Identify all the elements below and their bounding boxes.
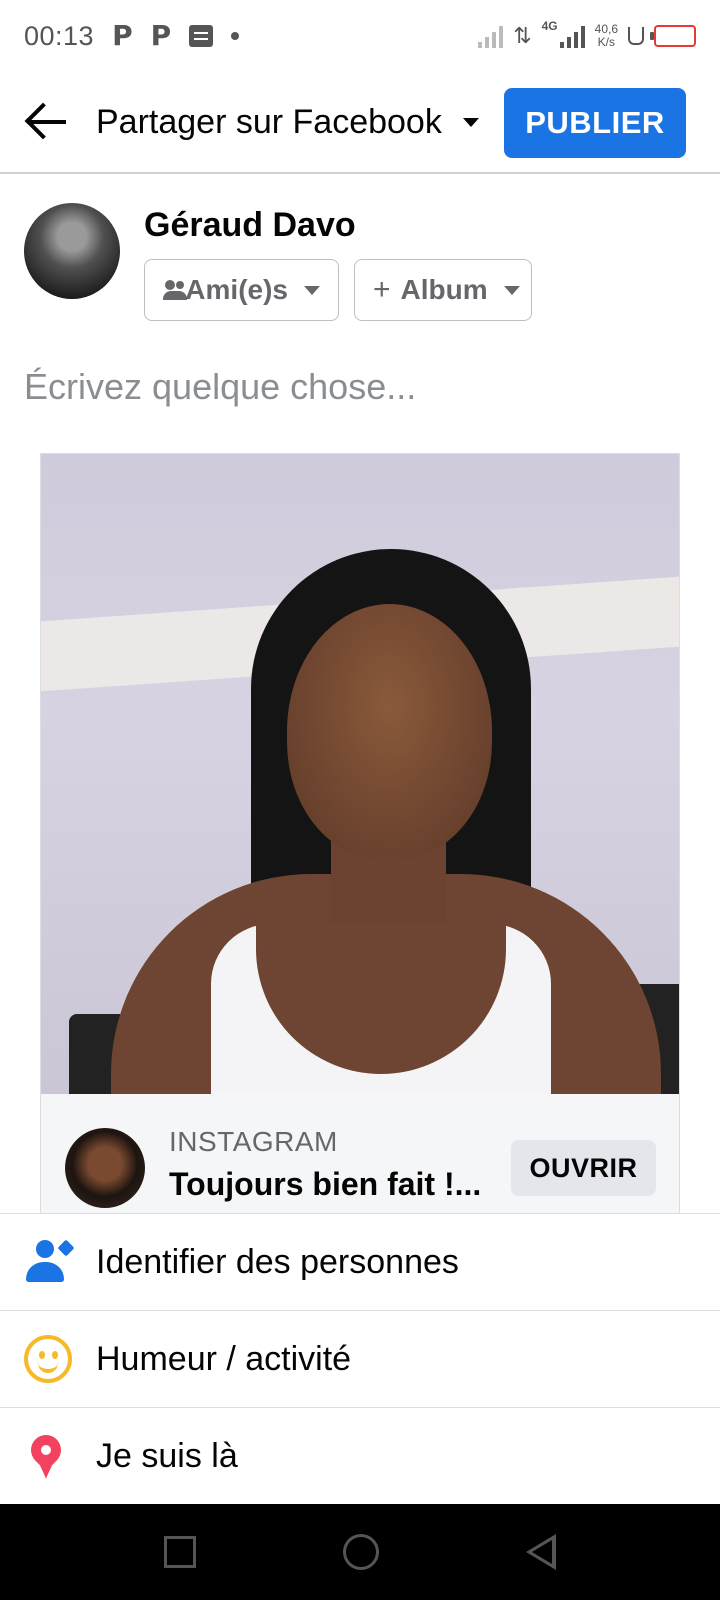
album-label: Album	[400, 274, 488, 305]
source-avatar	[65, 1128, 145, 1208]
home-circle-icon[interactable]	[342, 1534, 379, 1570]
network-speed: 40,6 K/s	[595, 23, 618, 49]
smile-icon	[24, 1335, 72, 1383]
action-label: Je suis là	[96, 1437, 238, 1475]
message-notification-icon	[189, 25, 214, 47]
status-bar: 00:13 P P ⇅ 4G 40,6 K/s	[0, 0, 720, 72]
data-transfer-icon: ⇅	[513, 23, 532, 49]
post-text-input[interactable]: Écrivez quelque chose...	[24, 366, 416, 408]
publish-button[interactable]: PUBLIER	[504, 88, 686, 158]
action-tag-people[interactable]: Identifier des personnes	[0, 1214, 720, 1311]
recents-square-icon[interactable]	[163, 1536, 196, 1568]
post-options-list: Identifier des personnes Humeur / activi…	[0, 1213, 720, 1505]
author-avatar	[24, 203, 120, 299]
network-type: 4G	[541, 19, 558, 33]
system-icons: ⇅ 4G 40,6 K/s	[478, 19, 696, 49]
signal-icon	[478, 24, 504, 48]
chevron-down-icon	[503, 285, 520, 295]
battery-icon	[650, 25, 696, 47]
action-feeling-activity[interactable]: Humeur / activité	[0, 1311, 720, 1408]
back-triangle-icon[interactable]	[526, 1534, 557, 1570]
shared-post-footer: INSTAGRAM Toujours bien fait !... OUVRIR	[41, 1094, 679, 1213]
action-check-in[interactable]: Je suis là	[0, 1408, 720, 1505]
p-notification-icon: P	[150, 19, 172, 52]
album-selector[interactable]: + Album	[354, 259, 532, 321]
audience-label: Ami(e)s	[185, 274, 288, 305]
network-speed-unit: K/s	[597, 35, 615, 49]
audience-selector[interactable]: Ami(e)s	[144, 259, 339, 321]
open-button[interactable]: OUVRIR	[511, 1140, 656, 1196]
tag-people-icon	[24, 1238, 75, 1286]
friends-icon	[163, 280, 188, 300]
network-speed-value: 40,6	[594, 22, 618, 36]
source-label: INSTAGRAM	[169, 1126, 338, 1157]
system-nav-bar	[0, 1504, 720, 1600]
shared-post-image	[41, 454, 679, 1094]
shared-post-preview: INSTAGRAM Toujours bien fait !... OUVRIR	[40, 453, 680, 1213]
shared-post-title: Toujours bien fait !...	[169, 1166, 482, 1202]
action-label: Humeur / activité	[96, 1339, 352, 1378]
chevron-down-icon[interactable]	[463, 117, 479, 127]
author-name: Géraud Davo	[144, 206, 356, 244]
status-time: 00:13	[24, 20, 95, 51]
notification-icons: P P	[112, 19, 240, 52]
signal-icon	[559, 24, 585, 48]
chevron-down-icon	[304, 285, 320, 295]
share-destination-title[interactable]: Partager sur Facebook	[96, 103, 451, 142]
p-notification-icon: P	[112, 19, 133, 52]
more-notifications-dot	[231, 32, 240, 40]
action-label: Identifier des personnes	[96, 1242, 459, 1281]
plus-icon: +	[373, 273, 391, 306]
flask-icon	[628, 27, 644, 45]
location-pin-icon	[24, 1433, 72, 1481]
share-header: Partager sur Facebook PUBLIER	[0, 72, 720, 174]
back-arrow-icon[interactable]	[24, 98, 72, 146]
